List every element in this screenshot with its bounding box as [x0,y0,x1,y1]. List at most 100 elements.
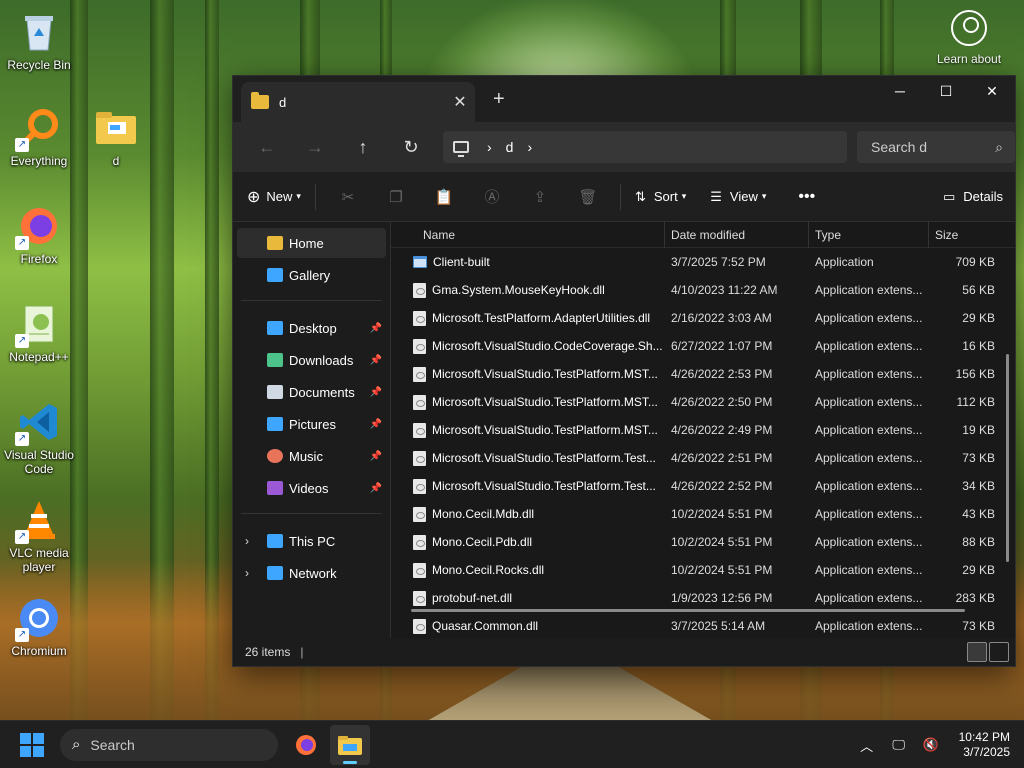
close-tab-icon[interactable]: ✕ [445,92,475,112]
file-date: 10/2/2024 5:51 PM [671,563,773,577]
file-name: Quasar.Common.dll [391,618,665,634]
view-button[interactable]: ☰ View ▾ [710,189,766,205]
sidebar-item-network[interactable]: › Network [237,558,386,588]
sidebar-item-videos[interactable]: Videos 📌 [237,473,386,503]
file-row[interactable]: Mono.Cecil.Pdb.dll 10/2/2024 5:51 PM Appli… [391,528,1015,556]
everything-icon: ↗ [15,106,61,152]
search-box[interactable]: Search d ⌕ [857,131,1015,163]
file-date: 2/16/2022 3:03 AM [671,311,772,325]
file-row[interactable]: Microsoft.VisualStudio.TestPlatform.MST.… [391,360,1015,388]
sidebar-item-pictures[interactable]: Pictures 📌 [237,409,386,439]
sidebar-item-documents[interactable]: Documents 📌 [237,377,386,407]
desktop-icon-chromium[interactable]: ↗ Chromium [1,596,77,658]
taskbar-search[interactable]: ⌕ Search [60,728,278,761]
taskbar-firefox[interactable] [286,725,326,765]
file-row[interactable]: Microsoft.VisualStudio.TestPlatform.Test… [391,444,1015,472]
refresh-button[interactable]: ↻ [387,130,435,164]
file-name: Mono.Cecil.Mdb.dll [391,506,665,522]
tab-d[interactable]: d ✕ [241,82,475,122]
file-row[interactable]: Microsoft.VisualStudio.CodeCoverage.Sh..… [391,332,1015,360]
taskbar-file-explorer[interactable] [330,724,370,765]
forward-button[interactable]: → [291,130,339,164]
home-icon [267,236,283,250]
close-window-button[interactable]: ✕ [969,76,1015,106]
column-header-name[interactable]: Name [391,221,665,248]
share-icon[interactable]: ⇪ [516,182,564,212]
breadcrumb-chevron-icon[interactable]: › [487,139,492,155]
delete-icon[interactable]: 🗑 [564,182,612,212]
horizontal-scrollbar[interactable] [411,609,965,612]
desktop-icon-vlc[interactable]: ↗ VLC media player [1,498,77,574]
breadcrumb-d[interactable]: d [506,139,514,155]
desktop-icon-firefox[interactable]: ↗ Firefox [1,204,77,266]
dll-file-icon [413,394,426,410]
file-row[interactable]: Client-built 3/7/2025 7:52 PM Application 7… [391,248,1015,276]
file-name: Gma.System.MouseKeyHook.dll [391,282,665,298]
paste-icon[interactable]: 📋 [420,182,468,212]
details-pane-button[interactable]: ▭ Details [943,189,1003,205]
learn-about-picture[interactable]: Learn about [924,10,1014,66]
sidebar-item-home[interactable]: Home [237,228,386,258]
address-bar[interactable]: › d › [443,131,847,163]
chevron-right-icon[interactable]: › [245,566,249,580]
desktop-icon-everything[interactable]: ↗ Everything [1,106,77,168]
rename-icon[interactable]: Ⓐ [468,182,516,212]
desktop-icon-recycle-bin[interactable]: Recycle Bin [1,10,77,72]
file-size: 709 KB [955,255,995,269]
cut-icon[interactable]: ✂ [324,182,372,212]
file-row[interactable]: Mono.Cecil.Mdb.dll 10/2/2024 5:51 PM Appli… [391,500,1015,528]
breadcrumb-chevron-icon[interactable]: › [527,139,532,155]
file-row[interactable]: Mono.Cecil.Rocks.dll 10/2/2024 5:51 PM App… [391,556,1015,584]
sort-button[interactable]: ⇅ Sort ▾ [635,189,686,205]
file-row[interactable]: protobuf-net.dll 1/9/2023 12:56 PM Applica… [391,584,1015,612]
firefox-icon [296,734,316,755]
start-button[interactable] [20,732,44,757]
new-tab-button[interactable]: + [493,88,505,111]
sidebar-item-gallery[interactable]: Gallery [237,260,386,290]
title-bar: d ✕ + ─ ☐ ✕ [233,76,1015,122]
file-row[interactable]: Quasar.Common.dll 3/7/2025 5:14 AM Applica… [391,612,1015,640]
vertical-scrollbar[interactable] [1006,354,1009,562]
desktop-icon-vscode[interactable]: ↗ Visual Studio Code [1,400,77,476]
file-row[interactable]: Microsoft.TestPlatform.AdapterUtilities.… [391,304,1015,332]
sidebar-item-music[interactable]: Music 📌 [237,441,386,471]
show-hidden-icons-icon[interactable]: ︿ [855,736,879,755]
pictures-icon [267,417,283,431]
tiles-view-button[interactable] [989,642,1009,662]
more-options-button[interactable]: ••• [798,188,815,206]
volume-muted-icon[interactable]: 🔇 [919,737,943,753]
maximize-button[interactable]: ☐ [923,76,969,106]
dll-file-icon [413,338,426,354]
sidebar-item-desktop[interactable]: Desktop 📌 [237,313,386,343]
file-row[interactable]: Microsoft.VisualStudio.TestPlatform.Test… [391,472,1015,500]
column-header-size[interactable]: Size [929,222,1009,248]
file-row[interactable]: Microsoft.VisualStudio.TestPlatform.MST.… [391,388,1015,416]
details-pane-icon: ▭ [942,188,956,204]
desktop-icon-notepad-plus-plus[interactable]: ↗ Notepad++ [1,302,77,364]
file-row[interactable]: Microsoft.VisualStudio.TestPlatform.MST.… [391,416,1015,444]
minimize-button[interactable]: ─ [877,76,923,106]
up-button[interactable]: ↑ [339,130,387,164]
network-status-icon[interactable]: 🖵 [887,737,911,753]
file-size: 112 KB [956,395,995,409]
downloads-icon [267,353,283,367]
column-header-date[interactable]: Date modified [665,221,809,248]
chevron-right-icon[interactable]: › [245,534,249,548]
sidebar-item-downloads[interactable]: Downloads 📌 [237,345,386,375]
clock[interactable]: 10:42 PM 3/7/2025 [959,730,1010,760]
details-view-button[interactable] [967,642,987,662]
new-button[interactable]: ⊕ New ▾ [247,187,301,207]
file-size: 29 KB [962,563,995,577]
desktop-icon-d-folder[interactable]: d [78,106,154,168]
column-header-type[interactable]: Type [809,221,929,248]
taskbar-search-input[interactable]: Search [90,737,134,753]
copy-icon[interactable]: ❐ [372,182,420,212]
search-input[interactable]: Search d [871,139,927,155]
file-name: Mono.Cecil.Rocks.dll [391,562,665,578]
file-row[interactable]: Gma.System.MouseKeyHook.dll 4/10/2023 11:… [391,276,1015,304]
file-type: Application extens... [815,535,923,549]
file-size: 34 KB [962,479,995,493]
sidebar-item-this-pc[interactable]: › This PC [237,526,386,556]
back-button[interactable]: ← [243,130,291,164]
clock-date: 3/7/2025 [963,745,1010,759]
